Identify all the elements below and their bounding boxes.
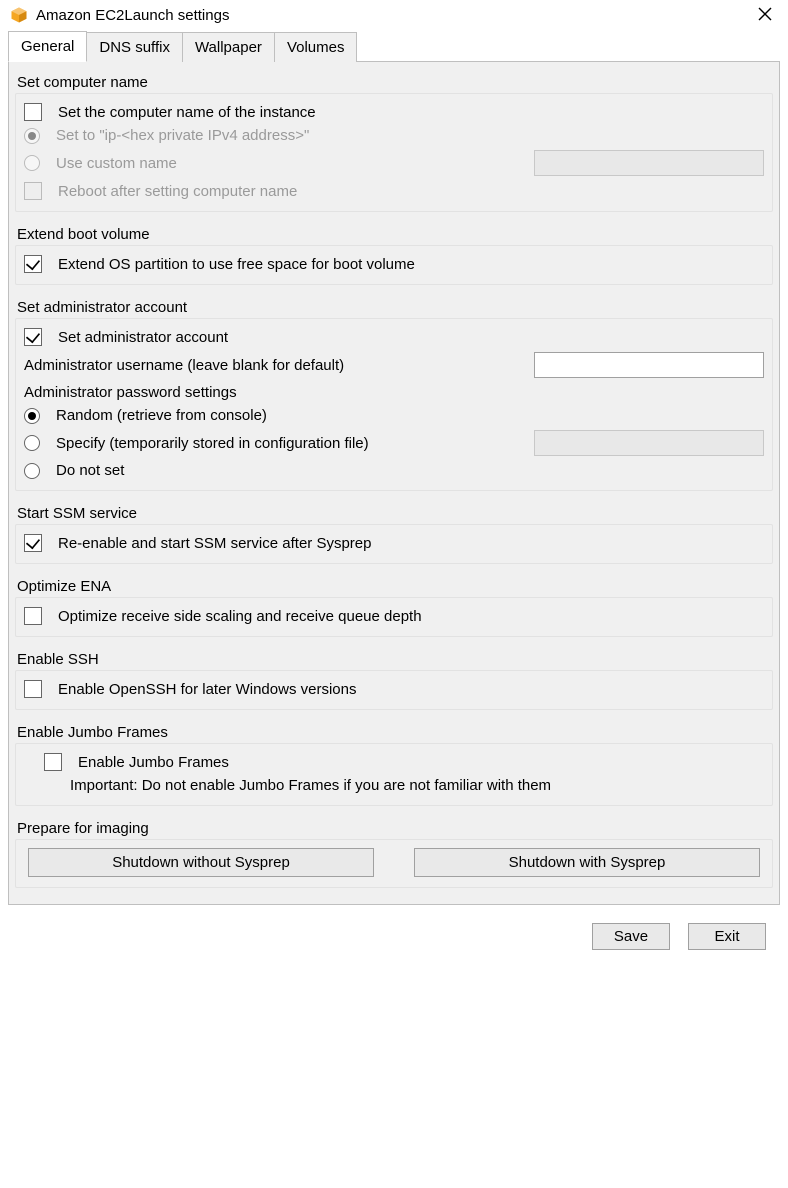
label-password-random: Random (retrieve from console) <box>56 407 267 424</box>
input-password-specify <box>534 430 764 456</box>
checkbox-enable-ssh[interactable] <box>24 680 42 698</box>
group-title-jumbo: Enable Jumbo Frames <box>17 724 773 741</box>
label-jumbo-note: Important: Do not enable Jumbo Frames if… <box>44 777 551 794</box>
label-set-computer-name: Set the computer name of the instance <box>58 104 316 121</box>
radio-password-none[interactable] <box>24 463 40 479</box>
window-title: Amazon EC2Launch settings <box>36 7 744 24</box>
group-admin-account: Set administrator account Set administra… <box>15 299 773 491</box>
label-password-specify: Specify (temporarily stored in configura… <box>56 435 369 452</box>
group-title-ssm: Start SSM service <box>17 505 773 522</box>
close-icon <box>758 7 772 21</box>
app-icon <box>10 6 28 24</box>
footer: Save Exit <box>8 905 780 950</box>
group-jumbo: Enable Jumbo Frames Enable Jumbo Frames … <box>15 724 773 806</box>
tab-general[interactable]: General <box>8 31 87 62</box>
group-title-extend-boot: Extend boot volume <box>17 226 773 243</box>
checkbox-ssm-reenable[interactable] <box>24 534 42 552</box>
label-admin-username: Administrator username (leave blank for … <box>24 357 344 374</box>
checkbox-set-admin-account[interactable] <box>24 328 42 346</box>
save-button[interactable]: Save <box>592 923 670 950</box>
label-set-admin-account: Set administrator account <box>58 329 228 346</box>
label-use-custom-name: Use custom name <box>56 155 177 172</box>
button-shutdown-with-sysprep[interactable]: Shutdown with Sysprep <box>414 848 760 877</box>
group-title-admin-account: Set administrator account <box>17 299 773 316</box>
label-enable-ssh: Enable OpenSSH for later Windows version… <box>58 681 356 698</box>
titlebar: Amazon EC2Launch settings <box>0 0 788 30</box>
checkbox-enable-jumbo[interactable] <box>44 753 62 771</box>
label-password-none: Do not set <box>56 462 124 479</box>
radio-use-custom-name <box>24 155 40 171</box>
label-reboot-after-name: Reboot after setting computer name <box>58 183 297 200</box>
label-enable-jumbo: Enable Jumbo Frames <box>78 754 229 771</box>
radio-set-to-ip <box>24 128 40 144</box>
checkbox-optimize-ena[interactable] <box>24 607 42 625</box>
label-ssm-reenable: Re-enable and start SSM service after Sy… <box>58 535 371 552</box>
tab-volumes[interactable]: Volumes <box>274 32 358 62</box>
group-extend-boot: Extend boot volume Extend OS partition t… <box>15 226 773 285</box>
group-title-prepare: Prepare for imaging <box>17 820 773 837</box>
tab-content-general: Set computer name Set the computer name … <box>8 61 780 905</box>
close-button[interactable] <box>752 6 778 24</box>
group-title-ssh: Enable SSH <box>17 651 773 668</box>
tab-dns-suffix[interactable]: DNS suffix <box>86 32 183 62</box>
group-ssh: Enable SSH Enable OpenSSH for later Wind… <box>15 651 773 710</box>
label-extend-os-partition: Extend OS partition to use free space fo… <box>58 256 415 273</box>
radio-password-specify[interactable] <box>24 435 40 451</box>
checkbox-reboot-after-name <box>24 182 42 200</box>
group-title-ena: Optimize ENA <box>17 578 773 595</box>
label-admin-password-settings: Administrator password settings <box>24 384 237 401</box>
group-ssm: Start SSM service Re-enable and start SS… <box>15 505 773 564</box>
group-title-computer-name: Set computer name <box>17 74 773 91</box>
checkbox-extend-os-partition[interactable] <box>24 255 42 273</box>
button-shutdown-without-sysprep[interactable]: Shutdown without Sysprep <box>28 848 374 877</box>
radio-password-random[interactable] <box>24 408 40 424</box>
exit-button[interactable]: Exit <box>688 923 766 950</box>
group-prepare: Prepare for imaging Shutdown without Sys… <box>15 820 773 888</box>
checkbox-set-computer-name[interactable] <box>24 103 42 121</box>
tab-row: General DNS suffix Wallpaper Volumes <box>8 30 780 62</box>
label-optimize-ena: Optimize receive side scaling and receiv… <box>58 608 422 625</box>
label-set-to-ip: Set to "ip-<hex private IPv4 address>" <box>56 127 309 144</box>
group-ena: Optimize ENA Optimize receive side scali… <box>15 578 773 637</box>
group-computer-name: Set computer name Set the computer name … <box>15 74 773 212</box>
tab-wallpaper[interactable]: Wallpaper <box>182 32 275 62</box>
input-admin-username[interactable] <box>534 352 764 378</box>
input-custom-name <box>534 150 764 176</box>
